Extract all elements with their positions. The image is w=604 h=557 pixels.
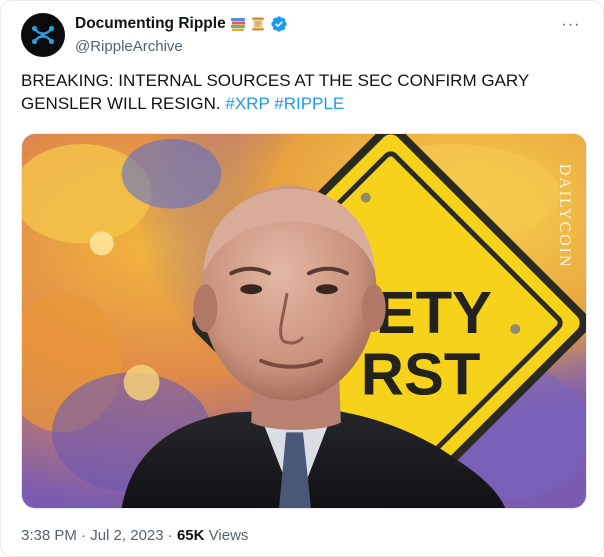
hashtag-xrp[interactable]: #XRP [225, 94, 269, 113]
books-emoji-icon [230, 16, 246, 32]
tweet-card[interactable]: Documenting Ripple @RippleArchive ··· BR… [0, 0, 604, 557]
author-names: Documenting Ripple @RippleArchive [75, 14, 288, 55]
display-name[interactable]: Documenting Ripple [75, 15, 226, 33]
tweet-time[interactable]: 3:38 PM [21, 527, 77, 544]
watermark-text: DAILYCOIN [556, 164, 573, 269]
tweet-meta: 3:38 PM · Jul 2, 2023 · 65K Views [21, 527, 248, 544]
sign-text-line1: ETY [376, 279, 492, 346]
display-name-row: Documenting Ripple [75, 14, 288, 34]
scroll-emoji-icon [250, 16, 266, 32]
meta-separator-2: · [167, 527, 173, 544]
hashtag-ripple[interactable]: #RIPPLE [274, 94, 344, 113]
ripple-logo-icon [26, 18, 60, 52]
tweet-text: BREAKING: INTERNAL SOURCES AT THE SEC CO… [21, 69, 585, 115]
tweet-media-image[interactable]: ETY RST DAILYCOIN [21, 133, 587, 509]
tweet-date[interactable]: Jul 2, 2023 [90, 527, 163, 544]
meta-separator: · [81, 527, 87, 544]
verified-badge-icon [271, 16, 287, 32]
avatar[interactable] [21, 13, 65, 57]
views-count: 65K [176, 527, 205, 544]
more-horizontal-icon[interactable]: ··· [555, 13, 587, 37]
tweet-header: Documenting Ripple @RippleArchive ··· [21, 13, 587, 61]
media-illustration: ETY RST DAILYCOIN [22, 134, 586, 508]
views-label: Views [208, 527, 249, 544]
author-handle[interactable]: @RippleArchive [75, 38, 288, 55]
sign-text-line2: RST [361, 341, 481, 408]
